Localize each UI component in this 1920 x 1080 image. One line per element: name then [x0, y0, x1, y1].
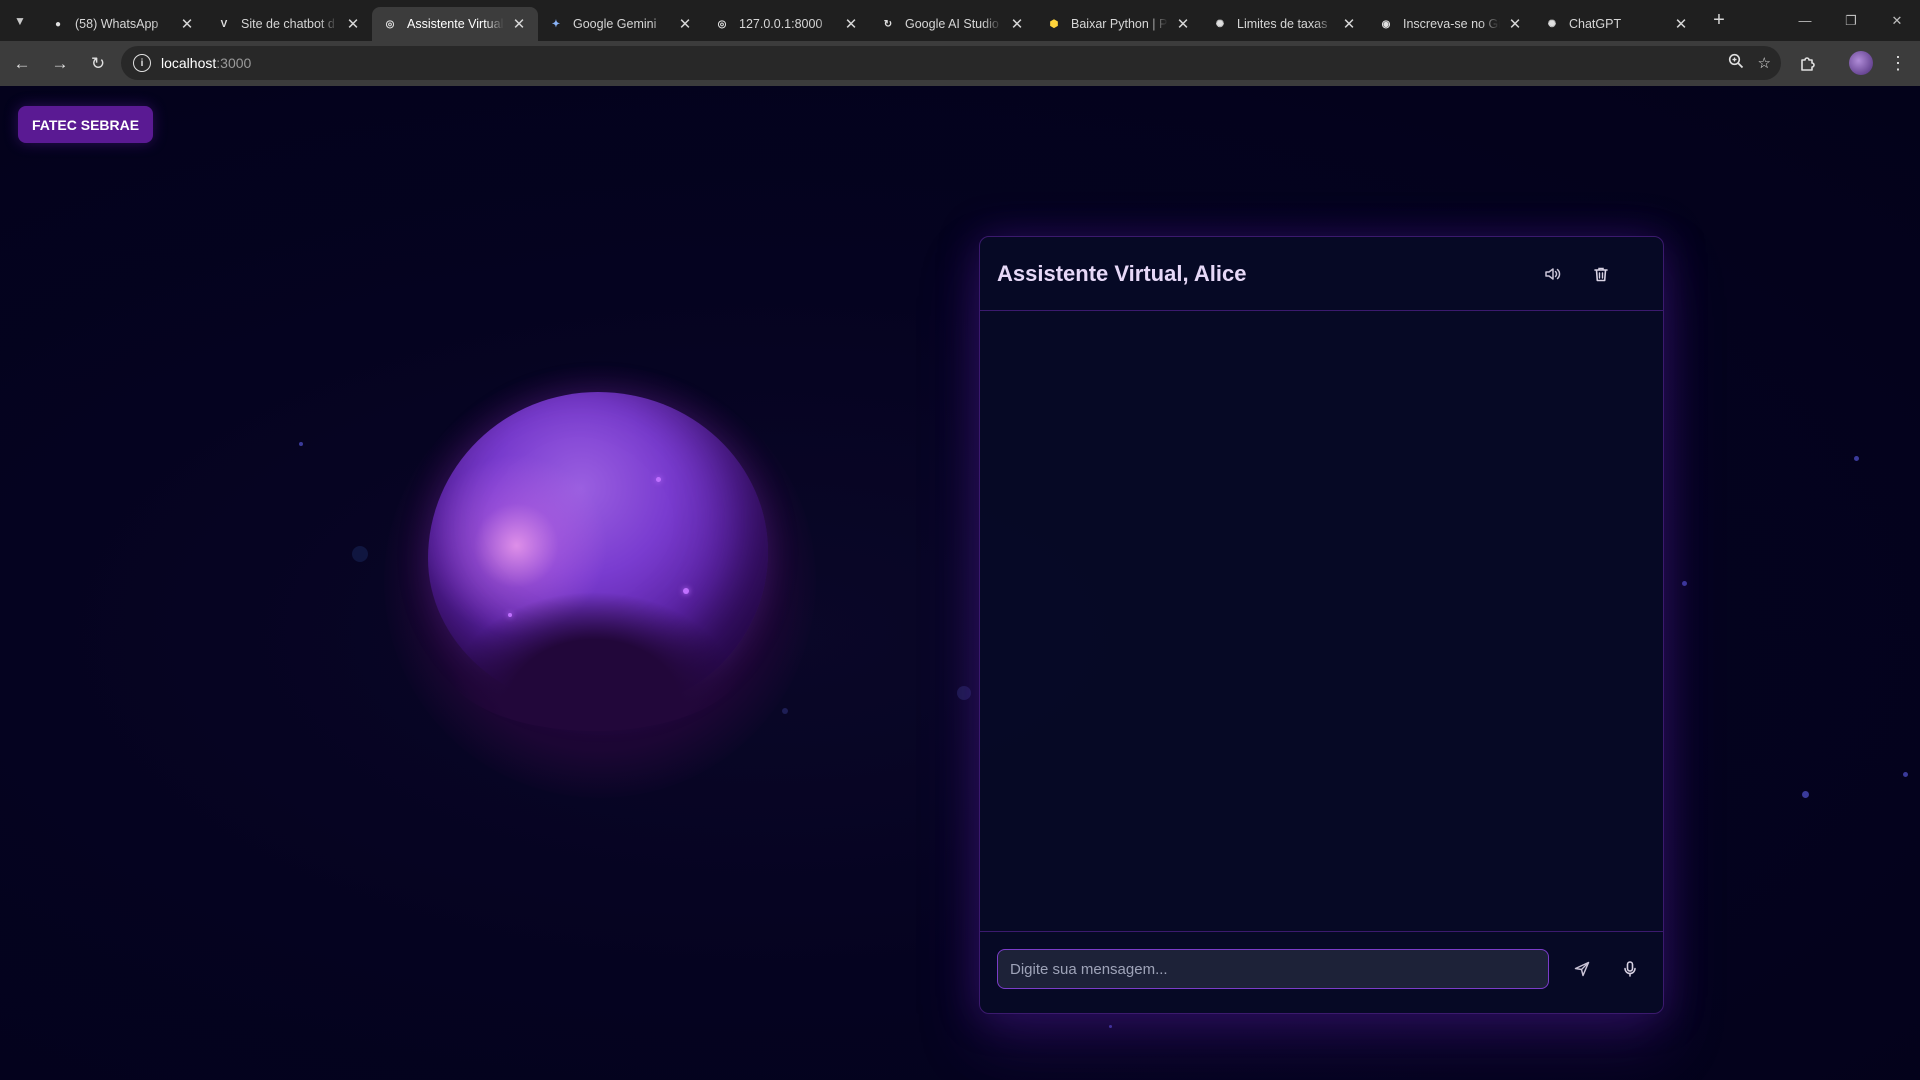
- forward-arrow-icon[interactable]: →: [42, 46, 78, 82]
- close-window-icon[interactable]: ✕: [1874, 0, 1920, 41]
- close-tab-icon[interactable]: ✕: [1174, 15, 1192, 33]
- assistant-orb: [384, 366, 816, 798]
- bookmark-star-icon[interactable]: ☆: [1758, 54, 1771, 72]
- trash-icon[interactable]: [1584, 257, 1618, 291]
- tab-4[interactable]: ✦ Google Gemini ✕: [538, 7, 704, 41]
- tab-title: Baixar Python | Py: [1071, 17, 1168, 31]
- send-icon[interactable]: [1565, 952, 1599, 986]
- close-tab-icon[interactable]: ✕: [178, 15, 196, 33]
- background-particle: [1854, 456, 1859, 461]
- orb-spark: [656, 477, 661, 482]
- chat-footer: [980, 931, 1663, 1013]
- kebab-menu-icon[interactable]: ⋮: [1880, 45, 1916, 81]
- close-tab-icon[interactable]: ✕: [510, 15, 528, 33]
- close-tab-icon[interactable]: ✕: [842, 15, 860, 33]
- tab-title: 127.0.0.1:8000: [739, 17, 823, 31]
- tab-title: Site de chatbot d: [241, 17, 335, 31]
- url-host: localhost: [161, 55, 217, 71]
- openai-icon: ✺: [1215, 18, 1225, 30]
- tab-title: Assistente Virtual: [407, 17, 504, 31]
- tab-5[interactable]: ◎ 127.0.0.1:8000 ✕: [704, 7, 870, 41]
- chat-panel: Assistente Virtual, Alice: [979, 236, 1664, 1014]
- site-info-icon[interactable]: i: [133, 54, 151, 72]
- browser-toolbar: ← → ↻ i localhost :3000 ☆ ⋮: [0, 41, 1920, 86]
- microphone-icon[interactable]: [1613, 952, 1647, 986]
- tab-3[interactable]: ◎ Assistente Virtual ✕: [372, 7, 538, 41]
- window-controls: — ❐ ✕: [1782, 0, 1920, 41]
- message-list[interactable]: [980, 311, 1663, 929]
- speaker-icon[interactable]: [1535, 257, 1569, 291]
- python-icon: ⬢: [1049, 18, 1059, 30]
- background-particle: [1802, 791, 1809, 798]
- background-particle: [1109, 1025, 1112, 1028]
- reload-icon[interactable]: ↻: [80, 46, 116, 82]
- page-viewport: FATEC SEBRAE Assistente Virtual, Alice: [0, 86, 1920, 1080]
- profile-avatar[interactable]: [1843, 45, 1879, 81]
- tab-title: Google AI Studio: [905, 17, 999, 31]
- close-tab-icon[interactable]: ✕: [1008, 15, 1026, 33]
- back-arrow-icon[interactable]: ←: [4, 46, 40, 82]
- background-particle: [352, 546, 368, 562]
- close-tab-icon[interactable]: ✕: [1672, 15, 1690, 33]
- close-tab-icon[interactable]: ✕: [1340, 15, 1358, 33]
- close-tab-icon[interactable]: ✕: [676, 15, 694, 33]
- tab-title: (58) WhatsApp: [75, 17, 159, 31]
- orb-spark: [683, 588, 689, 594]
- orb-spark: [508, 613, 512, 617]
- tab-9[interactable]: ◉ Inscreva-se no Git ✕: [1368, 7, 1534, 41]
- browser-tab-bar: ▼ ● (58) WhatsApp ✕ V Site de chatbot d ✕ ◎ Ass…: [0, 0, 1920, 41]
- tab-title: Google Gemini: [573, 17, 657, 31]
- github-icon: ◉: [1381, 18, 1391, 30]
- close-tab-icon[interactable]: ✕: [1506, 15, 1524, 33]
- tab-title: ChatGPT: [1569, 17, 1622, 31]
- tab-search-chevron-icon[interactable]: ▼: [0, 0, 40, 41]
- vo-icon: V: [220, 18, 228, 30]
- url-port: :3000: [216, 55, 252, 71]
- minimize-icon[interactable]: —: [1782, 0, 1828, 41]
- background-particle: [1682, 581, 1687, 586]
- address-bar-actions: ☆: [1728, 46, 1771, 80]
- message-input[interactable]: [997, 949, 1549, 989]
- tab-title: Inscreva-se no Git: [1403, 17, 1500, 31]
- globe-icon: ◎: [385, 18, 395, 30]
- address-bar[interactable]: i localhost :3000 ☆: [121, 46, 1781, 80]
- tab-2[interactable]: V Site de chatbot d ✕: [206, 7, 372, 41]
- chat-header: Assistente Virtual, Alice: [980, 237, 1663, 311]
- tab-strip: ● (58) WhatsApp ✕ V Site de chatbot d ✕ ◎ Assis…: [40, 0, 1700, 41]
- tab-6[interactable]: ↻ Google AI Studio ✕: [870, 7, 1036, 41]
- brand-badge[interactable]: FATEC SEBRAE: [18, 106, 154, 143]
- gemini-icon: ✦: [551, 18, 561, 30]
- extensions-puzzle-icon[interactable]: [1790, 45, 1826, 81]
- reload-icon: ↻: [883, 18, 893, 30]
- background-particle: [1903, 772, 1908, 777]
- tab-7[interactable]: ⬢ Baixar Python | Py ✕: [1036, 7, 1202, 41]
- whatsapp-icon: ●: [54, 18, 62, 30]
- openai-icon: ✺: [1547, 18, 1557, 30]
- zoom-icon[interactable]: [1728, 53, 1744, 73]
- tab-title: Limites de taxas: [1237, 17, 1328, 31]
- restore-icon[interactable]: ❐: [1828, 0, 1874, 41]
- tab-10[interactable]: ✺ ChatGPT ✕: [1534, 7, 1700, 41]
- tab-8[interactable]: ✺ Limites de taxas ✕: [1202, 7, 1368, 41]
- chat-title: Assistente Virtual, Alice: [997, 261, 1247, 286]
- orb-shadow: [444, 591, 744, 731]
- new-tab-button[interactable]: +: [1704, 6, 1734, 36]
- close-tab-icon[interactable]: ✕: [344, 15, 362, 33]
- tab-1[interactable]: ● (58) WhatsApp ✕: [40, 7, 206, 41]
- background-particle: [957, 686, 971, 700]
- avatar: [1849, 51, 1873, 75]
- globe-icon: ◎: [717, 18, 727, 30]
- background-particle: [299, 442, 303, 446]
